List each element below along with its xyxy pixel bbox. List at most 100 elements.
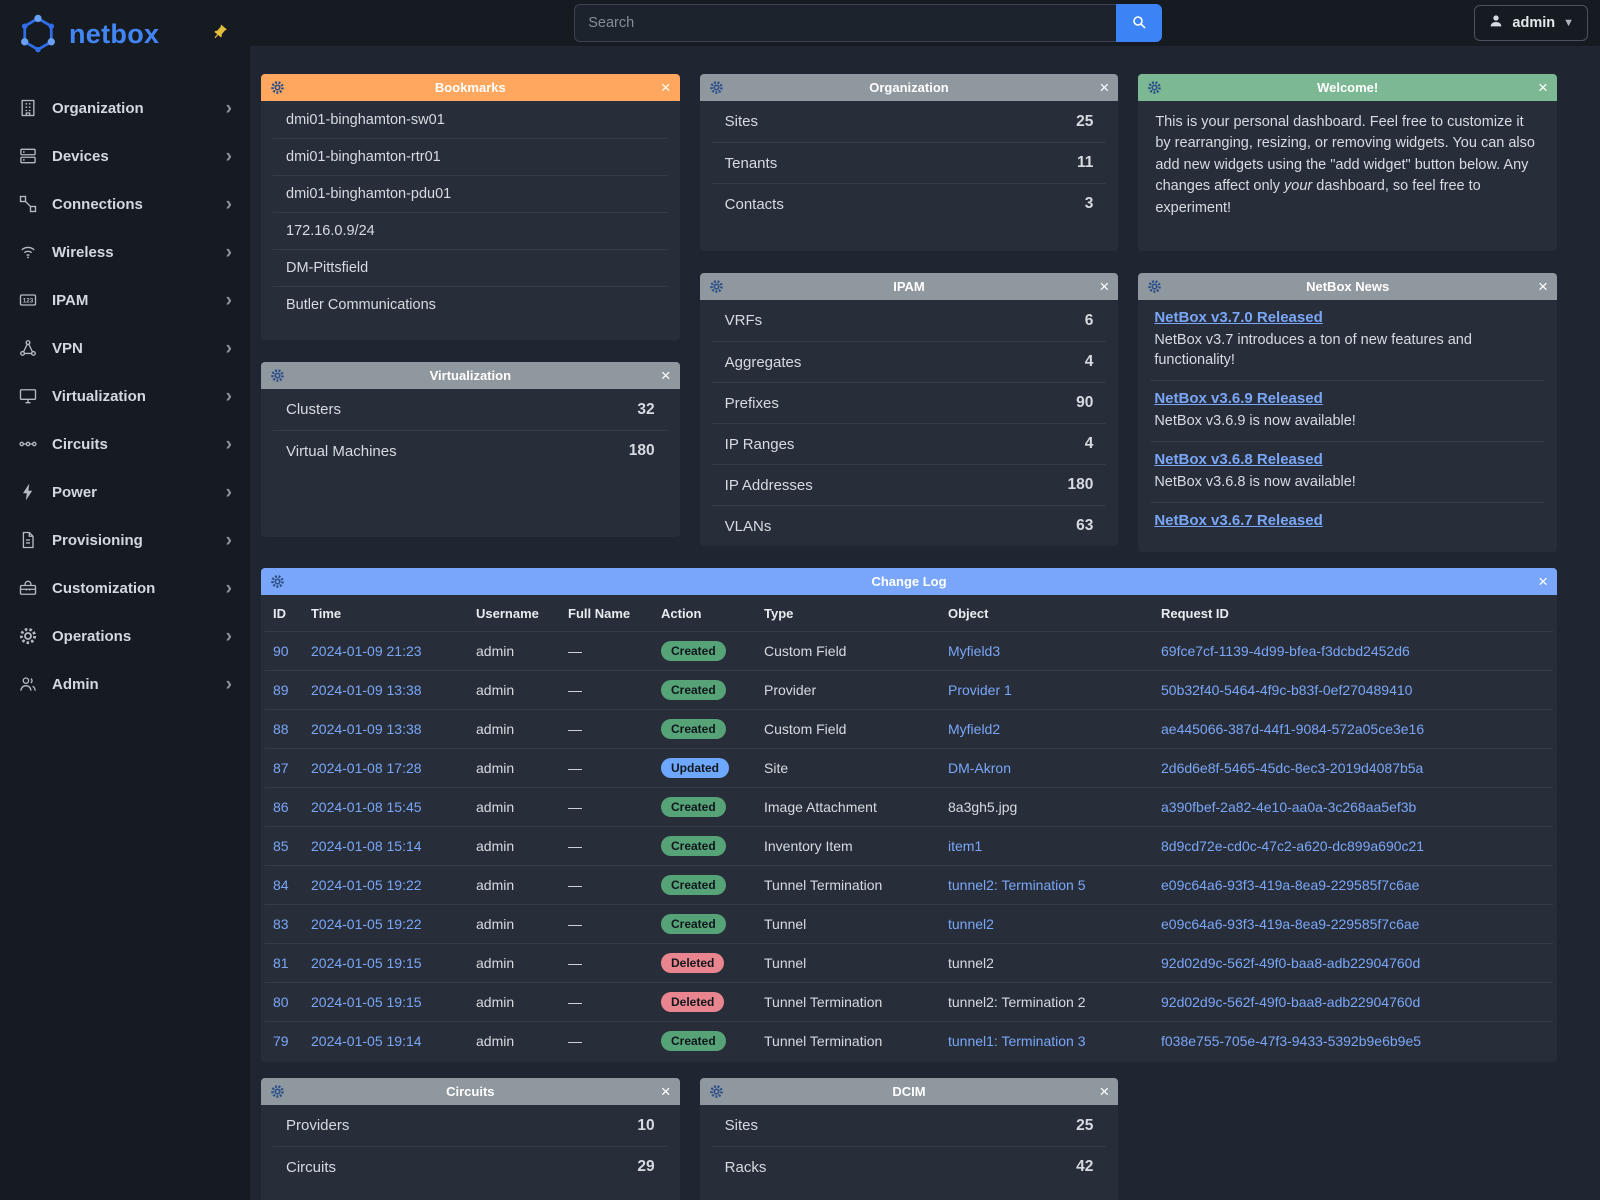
bookmark-item[interactable]: 172.16.0.9/24 — [273, 212, 668, 249]
bookmark-item[interactable]: dmi01-binghamton-rtr01 — [273, 138, 668, 175]
change-time-link[interactable]: 2024-01-09 21:23 — [311, 643, 422, 659]
search-input[interactable] — [574, 4, 1116, 42]
request-id-link[interactable]: 2d6d6e8f-5465-45dc-8ec3-2019d4087b5a — [1161, 760, 1423, 776]
close-icon[interactable]: × — [1533, 573, 1548, 590]
change-object-link[interactable]: tunnel2 — [948, 916, 994, 932]
stat-row[interactable]: Clusters 32 — [273, 389, 668, 430]
change-object-link[interactable]: Provider 1 — [948, 682, 1012, 698]
change-id-link[interactable]: 87 — [273, 760, 289, 776]
sidebar-item-operations[interactable]: Operations › — [0, 612, 250, 660]
sidebar-item-provisioning[interactable]: Provisioning › — [0, 516, 250, 564]
news-headline-link[interactable]: NetBox v3.6.7 Released — [1154, 512, 1322, 529]
change-id-link[interactable]: 86 — [273, 799, 289, 815]
stat-row[interactable]: Providers 10 — [273, 1105, 668, 1146]
search-button[interactable] — [1116, 4, 1162, 42]
change-object-link[interactable]: DM-Akron — [948, 760, 1011, 776]
news-headline-link[interactable]: NetBox v3.7.0 Released — [1154, 309, 1322, 326]
sidebar-item-wireless[interactable]: Wireless › — [0, 228, 250, 276]
close-icon[interactable]: × — [656, 79, 671, 96]
request-id-link[interactable]: 8d9cd72e-cd0c-47c2-a620-dc899a690c21 — [1161, 838, 1424, 854]
request-id-link[interactable]: 92d02d9c-562f-49f0-baa8-adb22904760d — [1161, 994, 1420, 1010]
sidebar-item-vpn[interactable]: VPN › — [0, 324, 250, 372]
sidebar-item-customization[interactable]: Customization › — [0, 564, 250, 612]
change-time-link[interactable]: 2024-01-08 15:14 — [311, 838, 422, 854]
request-id-link[interactable]: e09c64a6-93f3-419a-8ea9-229585f7c6ae — [1161, 916, 1419, 932]
gear-icon[interactable] — [709, 279, 724, 294]
change-id-link[interactable]: 83 — [273, 916, 289, 932]
change-object-link[interactable]: item1 — [948, 838, 982, 854]
change-id-link[interactable]: 88 — [273, 721, 289, 737]
stat-row[interactable]: Contacts 3 — [712, 183, 1107, 224]
change-id-link[interactable]: 84 — [273, 877, 289, 893]
change-time-link[interactable]: 2024-01-05 19:22 — [311, 916, 422, 932]
close-icon[interactable]: × — [656, 1083, 671, 1100]
bookmark-item[interactable]: Butler Communications — [273, 286, 668, 323]
request-id-link[interactable]: 92d02d9c-562f-49f0-baa8-adb22904760d — [1161, 955, 1420, 971]
sidebar-item-ipam[interactable]: 123 IPAM › — [0, 276, 250, 324]
news-headline-link[interactable]: NetBox v3.6.9 Released — [1154, 390, 1322, 407]
change-object-link[interactable]: tunnel2: Termination 5 — [948, 877, 1086, 893]
sidebar-item-virtualization[interactable]: Virtualization › — [0, 372, 250, 420]
gear-icon[interactable] — [270, 574, 285, 589]
stat-row[interactable]: Prefixes 90 — [712, 382, 1107, 423]
stat-row[interactable]: Sites 25 — [712, 101, 1107, 142]
news-headline-link[interactable]: NetBox v3.6.8 Released — [1154, 451, 1322, 468]
netbox-logo-icon[interactable] — [16, 12, 60, 56]
request-id-link[interactable]: 50b32f40-5464-4f9c-b83f-0ef270489410 — [1161, 682, 1412, 698]
close-icon[interactable]: × — [1533, 278, 1548, 295]
user-menu-button[interactable]: admin ▼ — [1474, 5, 1588, 41]
change-time-link[interactable]: 2024-01-05 19:15 — [311, 994, 422, 1010]
brand-name[interactable]: netbox — [69, 19, 159, 50]
change-id-link[interactable]: 79 — [273, 1033, 289, 1049]
sidebar-item-organization[interactable]: Organization › — [0, 84, 250, 132]
gear-icon[interactable] — [270, 1084, 285, 1099]
gear-icon[interactable] — [1147, 80, 1162, 95]
close-icon[interactable]: × — [1094, 278, 1109, 295]
bookmark-item[interactable]: dmi01-binghamton-pdu01 — [273, 175, 668, 212]
request-id-link[interactable]: e09c64a6-93f3-419a-8ea9-229585f7c6ae — [1161, 877, 1419, 893]
request-id-link[interactable]: 69fce7cf-1139-4d99-bfea-f3dcbd2452d6 — [1161, 643, 1410, 659]
close-icon[interactable]: × — [1094, 1083, 1109, 1100]
change-object-link[interactable]: Myfield3 — [948, 643, 1000, 659]
change-time-link[interactable]: 2024-01-09 13:38 — [311, 721, 422, 737]
sidebar-item-circuits[interactable]: Circuits › — [0, 420, 250, 468]
stat-row[interactable]: Sites 25 — [712, 1105, 1107, 1146]
stat-row[interactable]: IP Addresses 180 — [712, 464, 1107, 505]
stat-row[interactable]: Aggregates 4 — [712, 341, 1107, 382]
stat-row[interactable]: VRFs 6 — [712, 300, 1107, 341]
change-time-link[interactable]: 2024-01-05 19:22 — [311, 877, 422, 893]
change-id-link[interactable]: 90 — [273, 643, 289, 659]
change-time-link[interactable]: 2024-01-08 17:28 — [311, 760, 422, 776]
bookmark-item[interactable]: DM-Pittsfield — [273, 249, 668, 286]
request-id-link[interactable]: ae445066-387d-44f1-9084-572a05ce3e16 — [1161, 721, 1424, 737]
close-icon[interactable]: × — [1533, 79, 1548, 96]
stat-row[interactable]: IP Ranges 4 — [712, 423, 1107, 464]
gear-icon[interactable] — [270, 368, 285, 383]
sidebar-item-connections[interactable]: Connections › — [0, 180, 250, 228]
gear-icon[interactable] — [709, 1084, 724, 1099]
sidebar-item-power[interactable]: Power › — [0, 468, 250, 516]
stat-row[interactable]: VLANs 63 — [712, 505, 1107, 546]
request-id-link[interactable]: f038e755-705e-47f3-9433-5392b9e6b9e5 — [1161, 1033, 1421, 1049]
change-id-link[interactable]: 85 — [273, 838, 289, 854]
bookmark-item[interactable]: dmi01-binghamton-sw01 — [273, 101, 668, 138]
stat-row[interactable]: Tenants 11 — [712, 142, 1107, 183]
close-icon[interactable]: × — [656, 367, 671, 384]
change-time-link[interactable]: 2024-01-09 13:38 — [311, 682, 422, 698]
change-time-link[interactable]: 2024-01-05 19:14 — [311, 1033, 422, 1049]
change-id-link[interactable]: 89 — [273, 682, 289, 698]
change-id-link[interactable]: 80 — [273, 994, 289, 1010]
gear-icon[interactable] — [270, 80, 285, 95]
pin-sidebar-icon[interactable] — [211, 24, 228, 46]
sidebar-item-devices[interactable]: Devices › — [0, 132, 250, 180]
stat-row[interactable]: Circuits 29 — [273, 1146, 668, 1187]
stat-row[interactable]: Virtual Machines 180 — [273, 430, 668, 471]
request-id-link[interactable]: a390fbef-2a82-4e10-aa0a-3c268aa5ef3b — [1161, 799, 1416, 815]
change-object-link[interactable]: tunnel1: Termination 3 — [948, 1033, 1086, 1049]
gear-icon[interactable] — [709, 80, 724, 95]
change-time-link[interactable]: 2024-01-05 19:15 — [311, 955, 422, 971]
change-object-link[interactable]: Myfield2 — [948, 721, 1000, 737]
change-time-link[interactable]: 2024-01-08 15:45 — [311, 799, 422, 815]
sidebar-item-admin[interactable]: Admin › — [0, 660, 250, 708]
change-id-link[interactable]: 81 — [273, 955, 289, 971]
